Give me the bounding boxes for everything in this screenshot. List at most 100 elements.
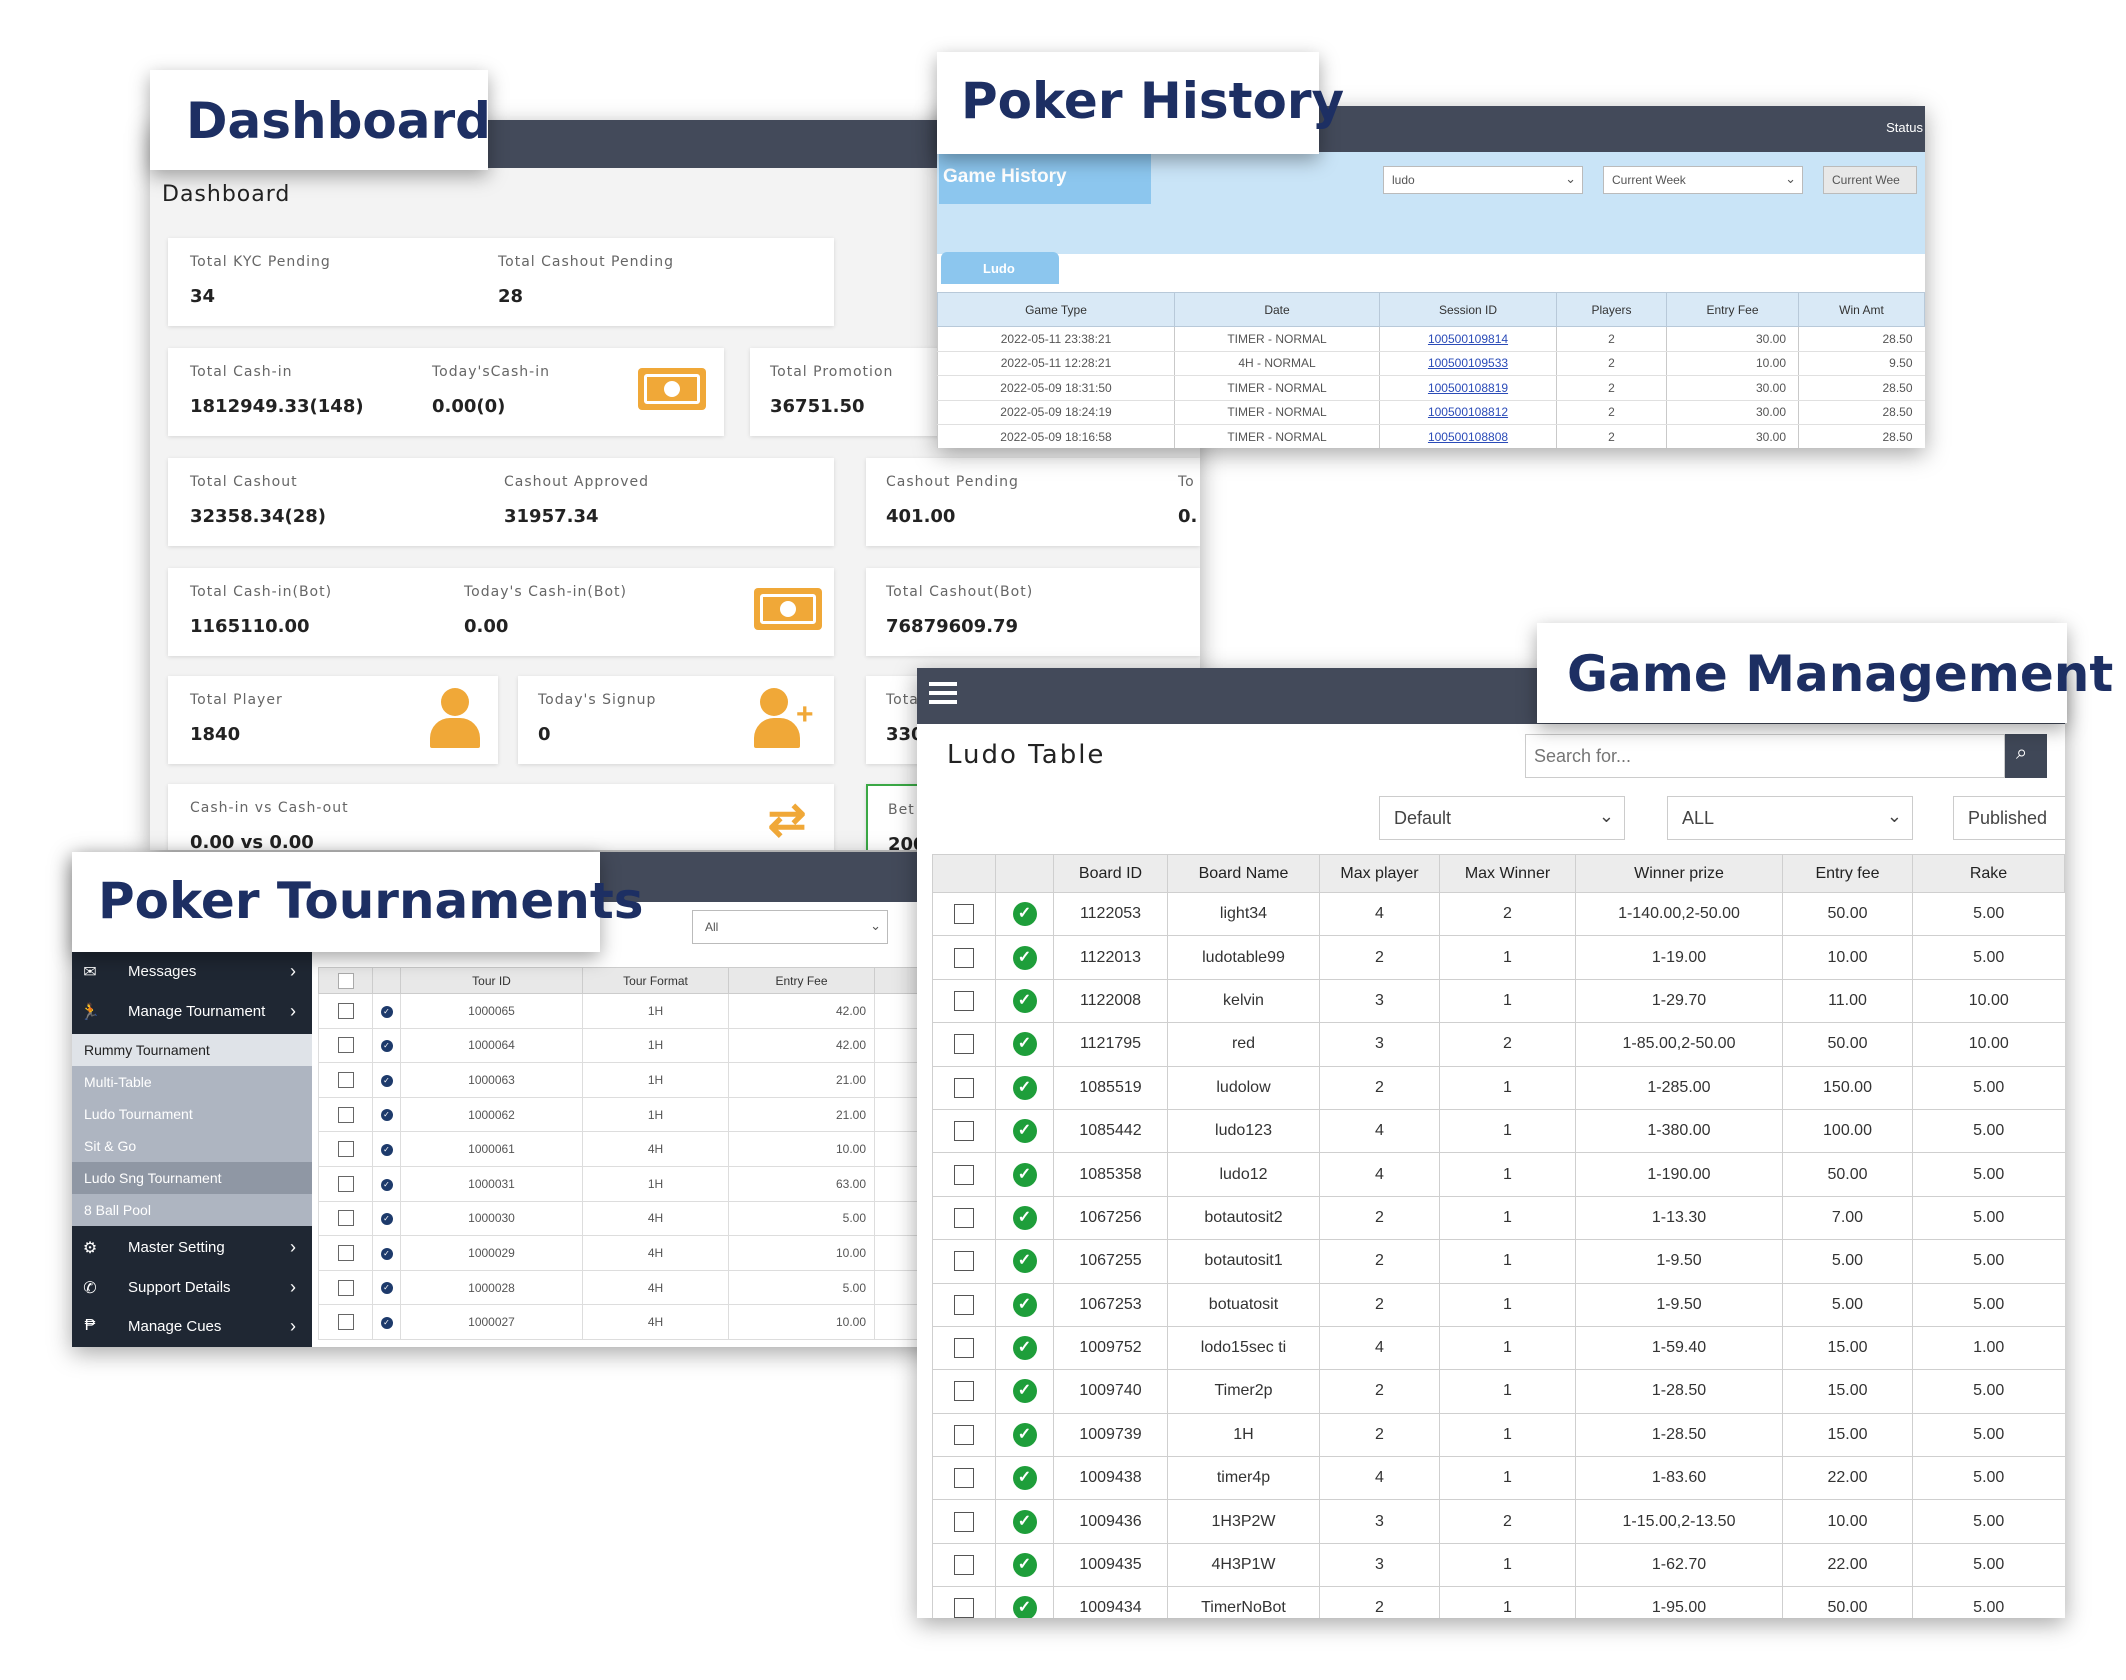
tour-filter-select[interactable]: All ⌄ xyxy=(692,910,888,944)
check-circle-icon[interactable]: ✓ xyxy=(1012,1509,1037,1534)
published-select[interactable]: Published xyxy=(1953,796,2065,840)
table-row[interactable]: 2022-05-09 18:24:19 TIMER - NORMAL 1005001… xyxy=(937,400,1925,425)
check-circle-icon[interactable]: ✓ xyxy=(1012,902,1037,927)
row-checkbox[interactable] xyxy=(337,1071,354,1088)
col-game-type[interactable]: Game Type xyxy=(937,292,1175,327)
row-checkbox[interactable] xyxy=(954,1381,974,1402)
table-row[interactable]: ✓ 1122053 light34 4 2 1-140.00,2-50.00 50.00 5.… xyxy=(932,892,2065,937)
table-row[interactable]: ✓ 1009436 1H3P2W 3 2 1-15.00,2-13.50 10.00 5.00 xyxy=(932,1499,2065,1544)
table-row[interactable]: 2022-05-09 18:16:58 TIMER - NORMAL 1005001… xyxy=(937,424,1925,448)
row-checkbox[interactable] xyxy=(954,1077,974,1098)
row-checkbox[interactable] xyxy=(954,947,974,968)
row-checkbox[interactable] xyxy=(954,1251,974,1272)
row-checkbox[interactable] xyxy=(337,1314,354,1331)
table-row[interactable]: ✓ 1085519 ludolow 2 1 1-285.00 150.00 5.00 xyxy=(932,1066,2065,1110)
row-checkbox[interactable] xyxy=(337,1037,354,1054)
check-circle-icon[interactable]: ✓ xyxy=(1012,1292,1037,1317)
row-checkbox[interactable] xyxy=(954,1121,974,1142)
row-checkbox[interactable] xyxy=(954,990,974,1011)
cell-session-id[interactable]: 100500108812 xyxy=(1379,400,1557,425)
col-entry-fee[interactable]: Entry fee xyxy=(1782,854,1913,893)
table-row[interactable]: ✓ 1085442 ludo123 4 1 1-380.00 100.00 5.00 xyxy=(932,1109,2065,1154)
check-circle-icon[interactable]: ✓ xyxy=(1012,988,1037,1013)
col-entry-fee[interactable]: Entry Fee xyxy=(728,967,875,994)
row-checkbox[interactable] xyxy=(954,1424,974,1445)
col-date[interactable]: Date xyxy=(1174,292,1380,327)
check-circle-icon[interactable]: ✓ xyxy=(1012,1466,1037,1491)
col-board-id[interactable]: Board ID xyxy=(1053,854,1168,893)
hamburger-menu-icon[interactable] xyxy=(929,682,957,704)
sidebar-item-manage-tournament[interactable]: 🏃 Manage Tournament › xyxy=(72,992,312,1032)
col-max-player[interactable]: Max player xyxy=(1319,854,1440,893)
table-row[interactable]: ✓ 1067253 botuatosit 2 1 1-9.50 5.00 5.00 xyxy=(932,1283,2065,1327)
cell-session-id[interactable]: 100500108819 xyxy=(1379,375,1557,401)
table-row[interactable]: ✓ 1009435 4H3P1W 3 1 1-62.70 22.00 5.00 xyxy=(932,1543,2065,1588)
row-checkbox[interactable] xyxy=(954,1598,974,1618)
check-circle-icon[interactable]: ✓ xyxy=(1012,1596,1037,1618)
row-checkbox[interactable] xyxy=(954,1164,974,1185)
search-button[interactable]: ⌕ xyxy=(2005,734,2047,778)
row-checkbox[interactable] xyxy=(337,1279,354,1296)
select-all-checkbox[interactable] xyxy=(337,972,354,989)
row-checkbox[interactable] xyxy=(337,1002,354,1019)
col-tour-id[interactable]: Tour ID xyxy=(400,967,583,994)
col-win-amt[interactable]: Win Amt xyxy=(1798,292,1925,327)
check-circle-icon[interactable]: ✓ xyxy=(1012,1205,1037,1230)
row-checkbox[interactable] xyxy=(337,1106,354,1123)
table-row[interactable]: ✓ 1121795 red 3 2 1-85.00,2-50.00 50.00 10.00 xyxy=(932,1022,2065,1067)
table-row[interactable]: ✓ 1009739 1H 2 1 1-28.50 15.00 5.00 xyxy=(932,1413,2065,1458)
submenu-8-ball-pool[interactable]: 8 Ball Pool xyxy=(72,1194,312,1226)
table-row[interactable]: 2022-05-11 23:38:21 TIMER - NORMAL 1005001… xyxy=(937,326,1925,352)
row-checkbox[interactable] xyxy=(337,1141,354,1158)
table-row[interactable]: ✓ 1009434 TimerNoBot 2 1 1-95.00 50.00 5.00 xyxy=(932,1586,2065,1618)
check-circle-icon[interactable]: ✓ xyxy=(1012,1032,1037,1057)
cell-session-id[interactable]: 100500109533 xyxy=(1379,351,1557,376)
row-checkbox[interactable] xyxy=(954,1034,974,1055)
table-row[interactable]: 2022-05-09 18:31:50 TIMER - NORMAL 1005001… xyxy=(937,375,1925,401)
row-checkbox[interactable] xyxy=(954,1294,974,1315)
col-session-id[interactable]: Session ID xyxy=(1379,292,1557,327)
check-circle-icon[interactable]: ✓ xyxy=(1012,1075,1037,1100)
col-max-winner[interactable]: Max Winner xyxy=(1439,854,1576,893)
search-input[interactable] xyxy=(1525,734,2005,778)
col-winner-prize[interactable]: Winner prize xyxy=(1575,854,1783,893)
row-checkbox[interactable] xyxy=(954,1207,974,1228)
cell-session-id[interactable]: 100500108808 xyxy=(1379,424,1557,448)
sort-select[interactable]: Default ⌄ xyxy=(1379,796,1625,840)
row-checkbox[interactable] xyxy=(337,1244,354,1261)
sidebar-item-manage-cues[interactable]: ₱ Manage Cues › xyxy=(72,1307,312,1347)
row-checkbox[interactable] xyxy=(954,1511,974,1532)
table-row[interactable]: 2022-05-11 12:28:21 4H - NORMAL 1005001095… xyxy=(937,351,1925,376)
check-circle-icon[interactable]: ✓ xyxy=(1012,945,1037,970)
check-circle-icon[interactable]: ✓ xyxy=(1012,1119,1037,1144)
submenu-rummy-tournament[interactable]: Rummy Tournament xyxy=(72,1034,312,1066)
check-circle-icon[interactable]: ✓ xyxy=(1012,1422,1037,1447)
col-entry-fee[interactable]: Entry Fee xyxy=(1666,292,1799,327)
sidebar-item-master-setting[interactable]: ⚙ Master Setting › xyxy=(72,1228,312,1268)
sidebar-item-messages[interactable]: ✉ Messages › xyxy=(72,952,312,992)
check-circle-icon[interactable]: ✓ xyxy=(1012,1249,1037,1274)
table-row[interactable]: ✓ 1067255 botautosit1 2 1 1-9.50 5.00 5.00 xyxy=(932,1239,2065,1284)
check-circle-icon[interactable]: ✓ xyxy=(1012,1336,1037,1361)
submenu-sit-and-go[interactable]: Sit & Go xyxy=(72,1130,312,1162)
table-row[interactable]: ✓ 1009740 Timer2p 2 1 1-28.50 15.00 5.00 xyxy=(932,1369,2065,1414)
table-row[interactable]: ✓ 1122008 kelvin 3 1 1-29.70 11.00 10.00 xyxy=(932,979,2065,1024)
period-select[interactable]: Current Week ⌄ xyxy=(1603,166,1803,194)
tab-ludo[interactable]: Ludo xyxy=(941,252,1059,284)
row-checkbox[interactable] xyxy=(337,1175,354,1192)
submenu-multi-table[interactable]: Multi-Table xyxy=(72,1066,312,1098)
table-row[interactable]: ✓ 1067256 botautosit2 2 1 1-13.30 7.00 5.00 xyxy=(932,1196,2065,1241)
table-row[interactable]: ✓ 1122013 ludotable99 2 1 1-19.00 10.00 5.00 xyxy=(932,935,2065,980)
check-circle-icon[interactable]: ✓ xyxy=(1012,1162,1037,1187)
row-checkbox[interactable] xyxy=(337,1210,354,1227)
submenu-ludo-tournament[interactable]: Ludo Tournament xyxy=(72,1098,312,1130)
col-board-name[interactable]: Board Name xyxy=(1167,854,1320,893)
table-row[interactable]: ✓ 1009752 lodo15sec ti 4 1 1-59.40 15.00 1.00 xyxy=(932,1326,2065,1371)
submenu-ludo-sng-tournament[interactable]: Ludo Sng Tournament xyxy=(72,1162,312,1194)
col-tour-format[interactable]: Tour Format xyxy=(582,967,729,994)
row-checkbox[interactable] xyxy=(954,1338,974,1359)
type-select[interactable]: ALL ⌄ xyxy=(1667,796,1913,840)
cell-session-id[interactable]: 100500109814 xyxy=(1379,326,1557,352)
row-checkbox[interactable] xyxy=(954,1555,974,1576)
row-checkbox[interactable] xyxy=(954,904,974,925)
